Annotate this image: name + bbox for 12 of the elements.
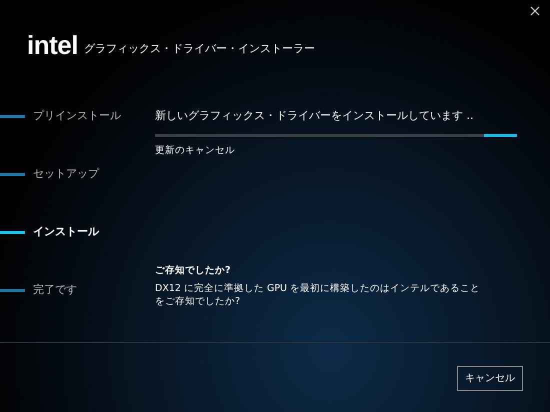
- tip-text: DX12 に完全に準拠した GPU を最初に構築したのはインテルであることをご存知でしたか?: [155, 282, 482, 308]
- step-label: プリインストール: [33, 108, 121, 124]
- step-label: セットアップ: [33, 166, 99, 182]
- cancel-update-link[interactable]: 更新のキャンセル: [155, 144, 517, 158]
- step-label: 完了です: [33, 282, 77, 298]
- cancel-button[interactable]: キャンセル: [457, 366, 523, 391]
- close-icon: [530, 6, 540, 16]
- logo: intel: [27, 32, 78, 58]
- tip-title: ご存知でしたか?: [155, 264, 232, 278]
- step-label: インストール: [33, 224, 99, 240]
- window-title: グラフィックス・ドライバー・インストーラー: [84, 42, 315, 56]
- status-message: 新しいグラフィックス・ドライバーをインストールしています ..: [155, 108, 474, 124]
